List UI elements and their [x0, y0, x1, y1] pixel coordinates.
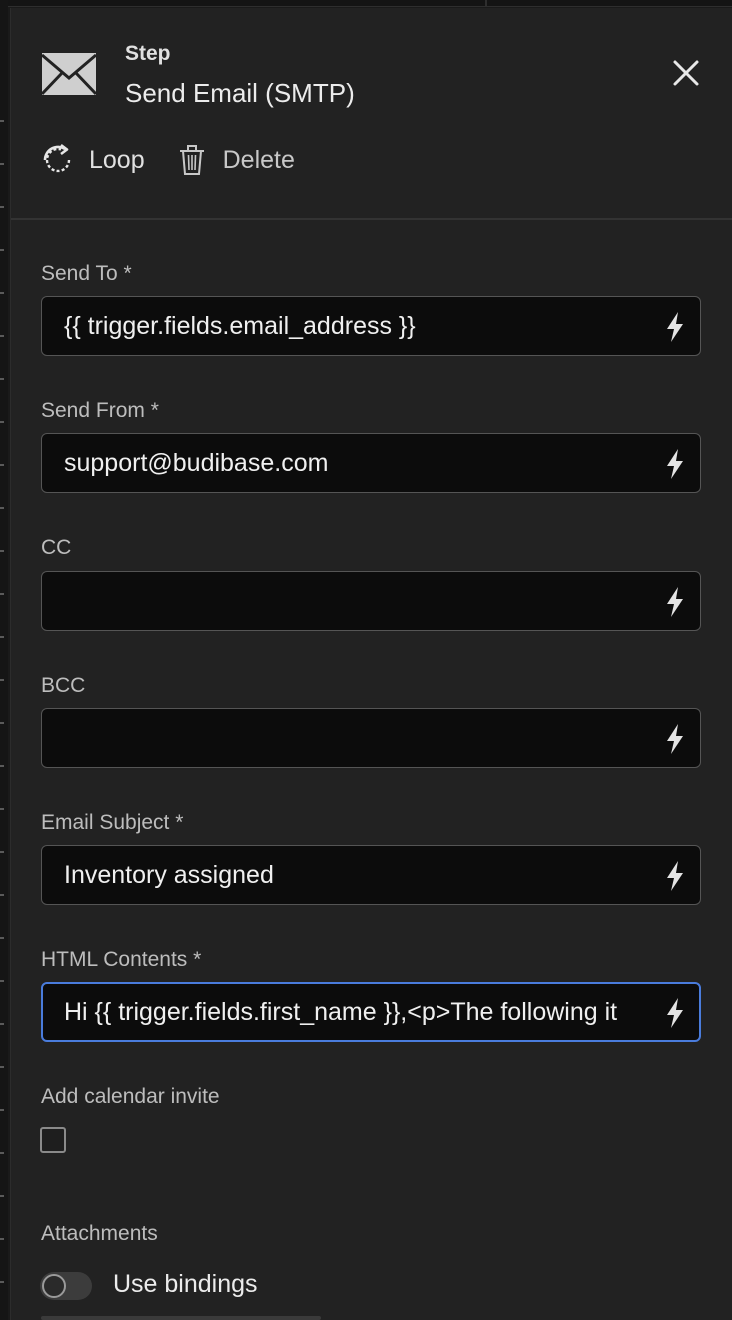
cc-label: CC: [41, 536, 72, 559]
canvas-edge-tick: [0, 765, 4, 767]
binding-bolt-icon[interactable]: [664, 586, 686, 618]
canvas-edge-tick: [0, 1152, 4, 1154]
cc-input[interactable]: [41, 571, 701, 631]
step-label: Step: [125, 42, 171, 65]
canvas-edge-tick: [0, 378, 4, 380]
canvas-edge-tick: [0, 1195, 4, 1197]
mail-icon: [41, 53, 97, 96]
email-subject-value: Inventory assigned: [64, 861, 274, 889]
canvas-edge-tick: [0, 808, 4, 810]
use-bindings-label: Use bindings: [113, 1270, 258, 1298]
canvas-edge-tick: [0, 679, 4, 681]
delete-button[interactable]: Delete: [175, 143, 295, 177]
binding-bolt-icon[interactable]: [664, 311, 686, 343]
send-from-label: Send From *: [41, 399, 159, 422]
bcc-value: [64, 709, 650, 769]
canvas-edge-tick: [0, 464, 4, 466]
canvas-edge-tick: [0, 593, 4, 595]
app-canvas: Step Send Email (SMTP) Loop Delete Send …: [0, 0, 732, 1320]
canvas-edge-tick: [0, 163, 4, 165]
attachments-label: Attachments: [41, 1222, 158, 1245]
html-contents-value: Hi {{ trigger.fields.first_name }},<p>Th…: [64, 998, 618, 1026]
canvas-edge-tick: [0, 507, 4, 509]
loop-icon: [43, 143, 71, 173]
bcc-label: BCC: [41, 674, 86, 697]
canvas-edge-tick: [0, 335, 4, 337]
send-to-input[interactable]: {{ trigger.fields.email_address }}: [41, 296, 701, 356]
canvas-edge-tick: [0, 550, 4, 552]
close-icon[interactable]: [671, 58, 701, 88]
send-from-value: support@budibase.com: [64, 449, 329, 477]
canvas-edge-tick: [0, 636, 4, 638]
html-contents-input[interactable]: Hi {{ trigger.fields.first_name }},<p>Th…: [41, 982, 701, 1042]
canvas-edge-tick: [0, 1109, 4, 1111]
canvas-edge-tick: [0, 120, 4, 122]
canvas-edge-tick: [0, 980, 4, 982]
binding-bolt-icon[interactable]: [664, 997, 686, 1029]
canvas-edge-tick: [0, 206, 4, 208]
toggle-knob: [42, 1274, 66, 1298]
panel-header: Step Send Email (SMTP) Loop Delete: [11, 8, 732, 220]
step-title: Send Email (SMTP): [125, 78, 355, 108]
canvas-edge-tick: [0, 894, 4, 896]
use-bindings-toggle[interactable]: [40, 1272, 92, 1300]
bcc-input[interactable]: [41, 708, 701, 768]
send-to-value: {{ trigger.fields.email_address }}: [64, 312, 416, 340]
binding-bolt-icon[interactable]: [664, 448, 686, 480]
cc-value: [64, 572, 650, 632]
step-actions: Loop Delete: [41, 140, 325, 180]
canvas-edge-tick: [0, 292, 4, 294]
html-contents-label: HTML Contents *: [41, 948, 202, 971]
send-from-input[interactable]: support@budibase.com: [41, 433, 701, 493]
attachments-area-edge: [41, 1316, 321, 1320]
send-to-label: Send To *: [41, 262, 132, 285]
email-subject-label: Email Subject *: [41, 811, 184, 834]
canvas-edge-tick: [0, 937, 4, 939]
canvas-edge-tick: [0, 421, 4, 423]
canvas-edge-tick: [0, 249, 4, 251]
canvas-edge-tick: [0, 1066, 4, 1068]
top-border: [0, 0, 732, 7]
calendar-invite-checkbox[interactable]: [40, 1127, 66, 1153]
step-settings-panel: Step Send Email (SMTP) Loop Delete Send …: [10, 8, 732, 1320]
top-divider: [485, 0, 487, 6]
canvas-edge-tick: [0, 722, 4, 724]
delete-label: Delete: [222, 145, 295, 174]
canvas-edge-tick: [0, 1238, 4, 1240]
canvas-edge-tick: [0, 851, 4, 853]
trash-icon: [179, 145, 204, 175]
calendar-invite-label: Add calendar invite: [41, 1085, 220, 1108]
loop-button[interactable]: Loop: [41, 143, 145, 177]
binding-bolt-icon[interactable]: [664, 860, 686, 892]
email-subject-input[interactable]: Inventory assigned: [41, 845, 701, 905]
canvas-edge-tick: [0, 1281, 4, 1283]
canvas-edge-tick: [0, 1023, 4, 1025]
binding-bolt-icon[interactable]: [664, 723, 686, 755]
loop-label: Loop: [89, 145, 145, 174]
canvas-edge: [0, 0, 8, 1320]
